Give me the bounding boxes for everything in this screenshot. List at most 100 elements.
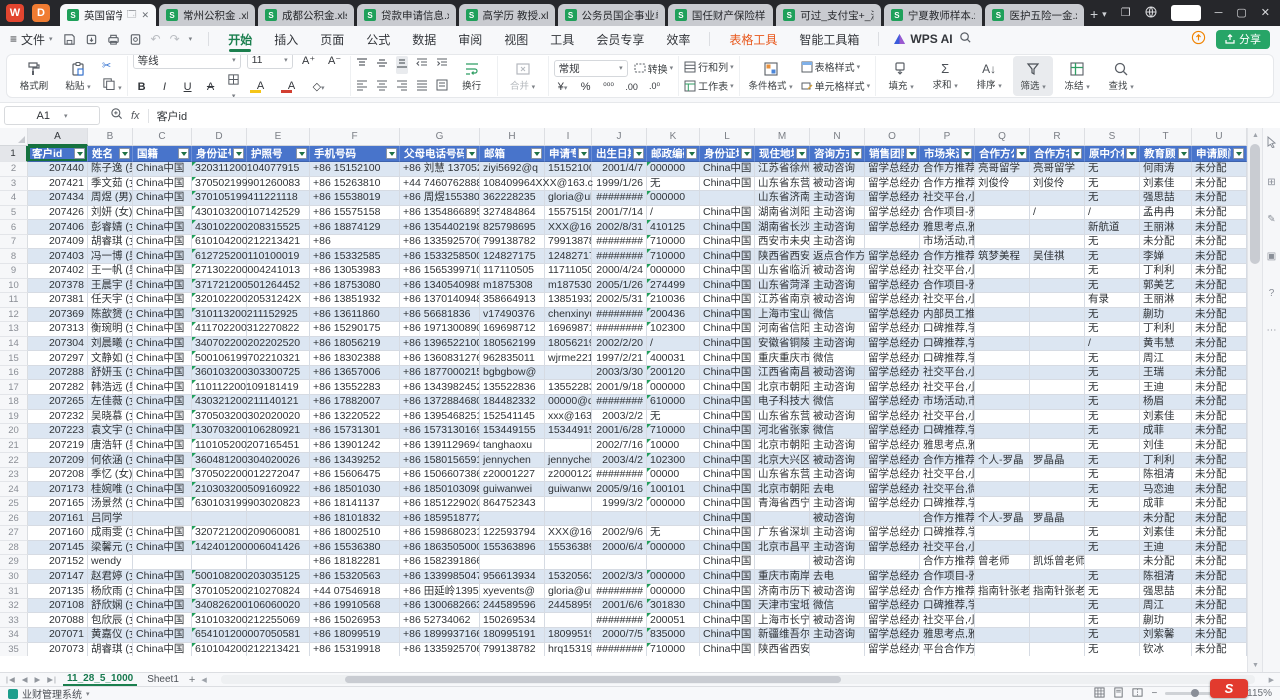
cell[interactable]: +86 18101832 [310,512,400,527]
menu-item-页面[interactable]: 页面 [309,26,355,52]
edit-pen-icon[interactable]: ✎ [1267,214,1275,225]
header-cell[interactable]: 申请专用 [545,146,592,162]
cell[interactable]: 电子科技大 [755,395,810,410]
cell[interactable]: 主动咨询 [810,337,865,352]
zoom-level[interactable]: 115% [1247,688,1272,699]
cell[interactable]: 610000 [647,395,700,410]
cell[interactable]: China中国 [700,322,755,337]
cell[interactable]: China中国 [700,555,755,570]
cell[interactable] [545,512,592,527]
cell[interactable]: +86 1533258500 [400,249,480,264]
merge-cells-button[interactable]: 合并 ▾ [503,61,543,92]
cell[interactable]: 835000 [647,628,700,643]
cell[interactable]: China中国 [700,293,755,308]
cell[interactable]: 155363896 [480,541,545,556]
cell[interactable]: 2002/5/31 [592,293,647,308]
cell[interactable]: China中国 [700,613,755,628]
cell[interactable]: 留学总经办 [865,293,920,308]
cell[interactable]: 340702200202202520 [192,337,247,352]
row-header-7[interactable]: 7 [0,235,28,250]
cell[interactable]: 无 [1085,177,1140,192]
row-header-29[interactable]: 29 [0,555,28,570]
cell[interactable] [247,555,310,570]
row-header-6[interactable]: 6 [0,220,28,235]
cell[interactable] [1030,468,1085,483]
cell[interactable]: 411702200312270822 [192,322,247,337]
cell[interactable]: 244589596 [545,599,592,614]
cell[interactable]: 108409964XXX@163.c [480,177,545,192]
cell[interactable]: 社交平台,小红书 [920,264,975,279]
cell[interactable]: 微信 [810,395,865,410]
row-header-14[interactable]: 14 [0,337,28,352]
cell[interactable]: 153449155 [545,424,592,439]
cell[interactable]: 000000 [647,570,700,585]
row-header-16[interactable]: 16 [0,366,28,381]
cell[interactable]: +86 13220522 [310,410,400,425]
hscroll-left-icon[interactable]: ◀ [201,676,206,684]
cell[interactable]: 未分配 [1192,351,1247,366]
column-header-L[interactable]: L [700,128,755,146]
cell[interactable]: 留学总经办 [865,526,920,541]
cell[interactable]: 未分配 [1192,395,1247,410]
cell[interactable] [975,526,1030,541]
cell[interactable]: 丁利利 [1140,453,1192,468]
cell[interactable]: 胡睿琪 (女) [88,235,133,250]
cell[interactable]: 合作方推荐 [920,584,975,599]
highlight-color-button[interactable]: A [250,80,272,93]
cell[interactable]: +86 18141137 [310,497,400,512]
cell[interactable]: 301830 [647,599,700,614]
cell[interactable]: / [647,337,700,352]
cell[interactable]: 未分配 [1192,628,1247,643]
cell[interactable]: 207161 [28,512,88,527]
cell[interactable]: 2002/3/3 [592,570,647,585]
filter-dropdown-icon[interactable] [1071,148,1082,159]
page-break-icon[interactable] [1132,687,1143,700]
cell[interactable] [975,293,1030,308]
cell[interactable]: 未分配 [1192,337,1247,352]
zoom-slider-knob[interactable] [1191,689,1199,697]
filter-dropdown-icon[interactable] [796,148,807,159]
cell[interactable]: China中国 [133,613,192,628]
cell[interactable]: 000000 [647,584,700,599]
header-cell[interactable]: 父母电话号码 [400,146,480,162]
cell[interactable] [975,395,1030,410]
cell[interactable]: 唐浩轩 (男) [88,439,133,454]
cell[interactable]: 未分配 [1192,264,1247,279]
cell[interactable]: 864752343 [480,497,545,512]
cell[interactable]: +86 15026953 [310,613,400,628]
cell[interactable]: 何雨涛 [1140,162,1192,177]
decrease-font-button[interactable]: A⁻ [325,54,345,67]
cell[interactable]: China中国 [700,497,755,512]
cell[interactable]: +44 07546918 [310,584,400,599]
cell[interactable] [975,570,1030,585]
paste-button[interactable]: 粘贴 ▾ [58,61,98,92]
header-cell[interactable]: 出生日期 [592,146,647,162]
cell[interactable]: 主动咨询 [810,468,865,483]
filter-dropdown-icon[interactable] [1233,148,1244,159]
cell-style-button[interactable]: 单元格样式 ▾ [801,78,871,93]
filter-dropdown-icon[interactable] [531,148,542,159]
cell[interactable]: guiwanwei [480,482,545,497]
cell[interactable]: 无 [1085,541,1140,556]
document-tab[interactable]: S国任财产保险样本.x [668,4,773,26]
cell[interactable]: gloria@uk# [545,584,592,599]
cell[interactable]: ######## [592,249,647,264]
cell[interactable]: China中国 [700,351,755,366]
cell[interactable]: 无 [647,410,700,425]
number-format-select[interactable]: 常规▾ [554,60,628,77]
cell[interactable]: 2005/1/26 [592,279,647,294]
cell[interactable]: 未分配 [1192,279,1247,294]
cell[interactable]: 207071 [28,628,88,643]
cell[interactable]: 207381 [28,293,88,308]
cell[interactable]: +86 17882007 [310,395,400,410]
cell[interactable]: +86 1899937166 [400,628,480,643]
cell[interactable] [1030,220,1085,235]
cell[interactable]: 江西省南昌 [755,366,810,381]
cell[interactable]: 王晨宇 (男) [88,279,133,294]
cell[interactable] [1030,366,1085,381]
filter-dropdown-icon[interactable] [686,148,697,159]
cell[interactable]: 陕西省西安 [755,249,810,264]
cell[interactable] [865,555,920,570]
export-icon[interactable] [85,33,98,46]
format-painter-button[interactable]: 格式刷 [14,61,54,92]
